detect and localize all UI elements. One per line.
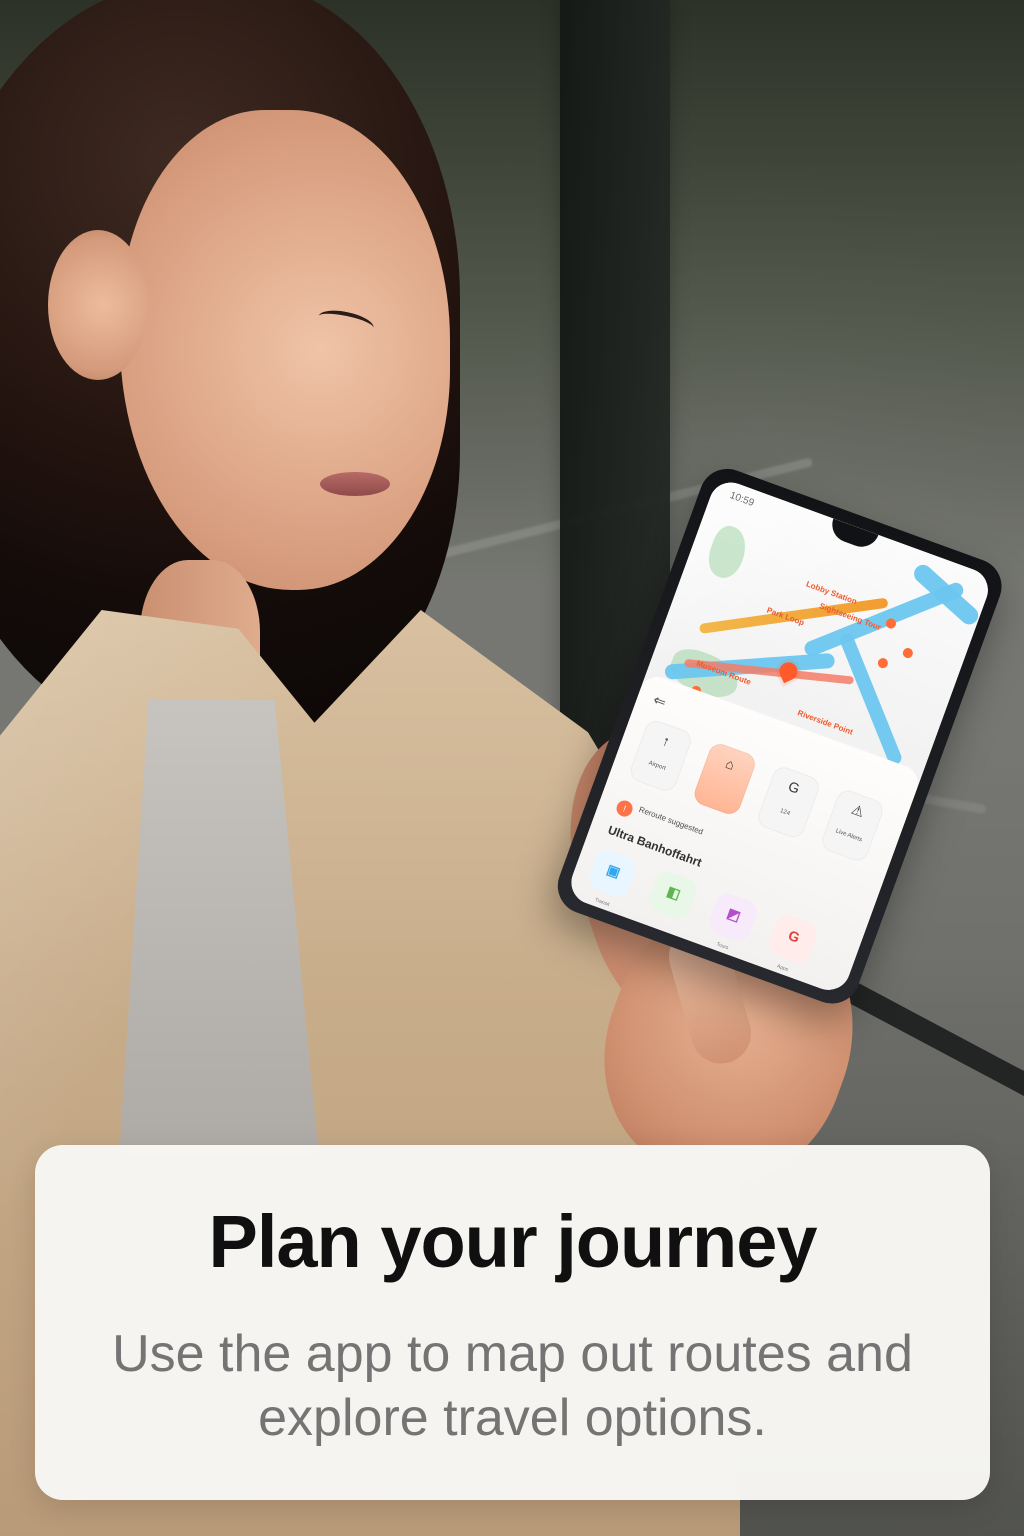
park-area (702, 522, 753, 583)
tab-label: Apps (776, 963, 789, 973)
transit-app[interactable]: ▣ Transit (585, 846, 640, 908)
option-label: 124 (779, 808, 791, 818)
bag-icon: ⌂ (723, 755, 737, 773)
travel-option[interactable]: ↑ Airport (627, 717, 695, 795)
tour-icon: ◩ (725, 904, 743, 925)
option-label (702, 778, 743, 793)
warning-icon: ! (614, 798, 635, 819)
lips (320, 472, 390, 496)
caption-card: Plan your journey Use the app to map out… (35, 1145, 990, 1500)
map-marker-icon[interactable] (901, 646, 915, 660)
map-marker-icon[interactable] (876, 656, 890, 670)
back-arrow-icon[interactable]: ⇐ (651, 690, 669, 711)
ear (48, 230, 148, 380)
river-line (910, 561, 982, 629)
tab-label: Transit (593, 897, 611, 908)
apps-icon: G (786, 926, 802, 946)
google-icon: G (786, 777, 802, 797)
map-icon: ◧ (664, 882, 683, 903)
map-label: Lobby Station (804, 579, 859, 607)
caption-subtitle: Use the app to map out routes and explor… (112, 1325, 913, 1447)
transit-icon: ▣ (604, 860, 623, 881)
map-app[interactable]: ◧ (645, 868, 700, 923)
option-label: Airport (647, 760, 667, 772)
travel-option-selected[interactable]: ⌂ (691, 740, 759, 818)
apps-button[interactable]: G Apps (766, 912, 821, 973)
travel-option[interactable]: ⚠ Live Alerts (819, 787, 887, 864)
tab-label (636, 912, 691, 932)
scene: 10:59 Lobby Station Sightseeing Tour Par… (0, 0, 1024, 1536)
travel-option[interactable]: G 124 (755, 764, 823, 841)
caption-title: Plan your journey (208, 1200, 817, 1283)
navigation-icon: ↑ (660, 732, 673, 750)
alert-icon: ⚠ (849, 800, 867, 821)
option-label: Live Alerts (834, 828, 863, 844)
tab-label: Tours (715, 941, 730, 952)
tour-app[interactable]: ◩ Tours (706, 890, 760, 951)
